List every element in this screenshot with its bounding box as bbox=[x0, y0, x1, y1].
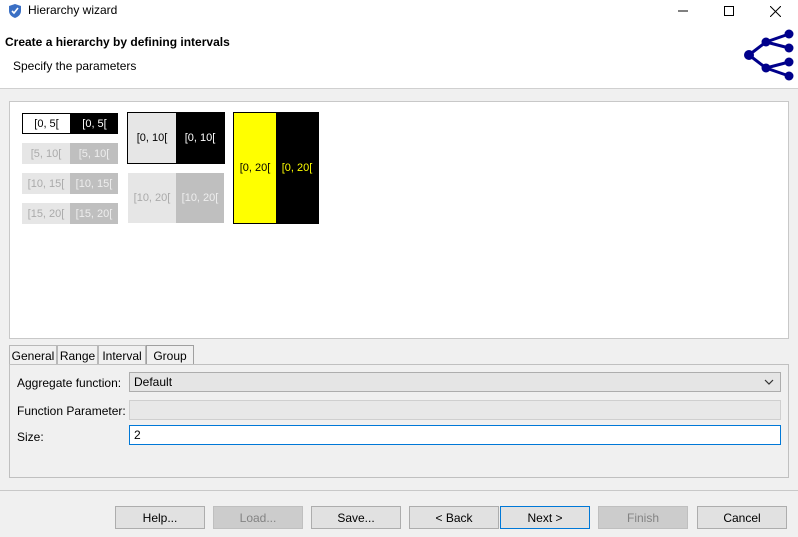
cancel-button[interactable]: Cancel bbox=[697, 506, 787, 529]
minimize-button[interactable] bbox=[660, 0, 706, 22]
help-button[interactable]: Help... bbox=[115, 506, 205, 529]
wizard-header: Create a hierarchy by defining intervals… bbox=[0, 22, 798, 89]
function-parameter-label: Function Parameter: bbox=[17, 404, 126, 418]
interval-cell[interactable]: [5, 10[ bbox=[22, 143, 70, 164]
interval-cell[interactable]: [15, 20[ bbox=[22, 203, 70, 224]
tab-interval[interactable]: Interval bbox=[98, 345, 146, 365]
tab-general[interactable]: General bbox=[9, 345, 57, 365]
title-bar: Hierarchy wizard bbox=[0, 0, 798, 22]
finish-button[interactable]: Finish bbox=[598, 506, 688, 529]
tab-group[interactable]: Group bbox=[146, 345, 194, 365]
aggregate-function-value: Default bbox=[134, 375, 173, 389]
footer-divider bbox=[0, 490, 798, 491]
page-title: Create a hierarchy by defining intervals bbox=[5, 35, 230, 49]
interval-cell[interactable]: [5, 10[ bbox=[70, 143, 118, 164]
aggregate-function-label: Aggregate function: bbox=[17, 376, 122, 390]
close-button[interactable] bbox=[752, 0, 798, 22]
window-title: Hierarchy wizard bbox=[28, 3, 118, 17]
interval-cell[interactable]: [0, 5[ bbox=[71, 113, 118, 134]
load-button[interactable]: Load... bbox=[213, 506, 303, 529]
interval-cell[interactable]: [10, 15[ bbox=[70, 173, 118, 194]
page-subtitle: Specify the parameters bbox=[13, 59, 137, 73]
interval-cell[interactable]: [0, 5[ bbox=[22, 113, 71, 134]
interval-cell[interactable]: [0, 10[ bbox=[128, 113, 176, 163]
interval-cell[interactable]: [10, 20[ bbox=[128, 173, 176, 223]
interval-cell[interactable]: [0, 20[ bbox=[234, 113, 276, 223]
hierarchy-preview: [0, 5[ [0, 5[ [5, 10[ [5, 10[ [10, 15[ [… bbox=[9, 101, 789, 339]
tab-range[interactable]: Range bbox=[57, 345, 98, 365]
close-icon bbox=[769, 5, 781, 17]
interval-cell[interactable]: [15, 20[ bbox=[70, 203, 118, 224]
aggregate-function-select[interactable]: Default bbox=[129, 372, 781, 392]
interval-cell[interactable]: [0, 20[ bbox=[276, 113, 318, 223]
maximize-button[interactable] bbox=[706, 0, 752, 22]
interval-cell[interactable]: [10, 15[ bbox=[22, 173, 70, 194]
size-label: Size: bbox=[17, 430, 44, 444]
function-parameter-field[interactable] bbox=[129, 400, 781, 420]
interval-cell[interactable]: [0, 10[ bbox=[176, 113, 224, 163]
size-input[interactable]: 2 bbox=[129, 425, 781, 445]
next-button[interactable]: Next > bbox=[500, 506, 590, 529]
minimize-icon bbox=[678, 10, 688, 12]
interval-cell[interactable]: [10, 20[ bbox=[176, 173, 224, 223]
maximize-icon bbox=[724, 6, 734, 16]
chevron-down-icon bbox=[764, 379, 774, 385]
hierarchy-tree-icon bbox=[744, 29, 794, 81]
back-button[interactable]: < Back bbox=[409, 506, 499, 529]
save-button[interactable]: Save... bbox=[311, 506, 401, 529]
app-shield-icon bbox=[9, 4, 21, 18]
